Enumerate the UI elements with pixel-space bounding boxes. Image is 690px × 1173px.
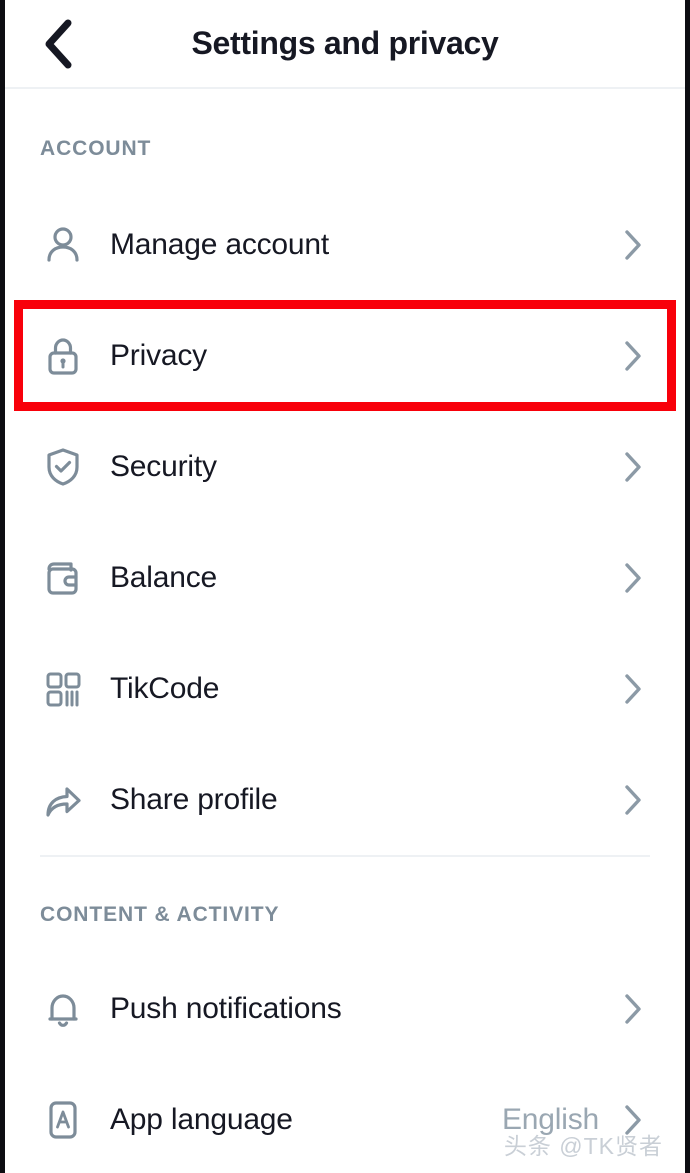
back-button[interactable]: [27, 13, 89, 75]
header-bar: Settings and privacy: [5, 0, 685, 89]
row-privacy[interactable]: Privacy: [5, 300, 685, 411]
row-label: Security: [110, 449, 217, 483]
row-balance[interactable]: Balance: [5, 522, 685, 633]
section-label-account: ACCOUNT: [40, 137, 152, 160]
bell-icon: [40, 986, 86, 1032]
letter-a-icon: [40, 1097, 86, 1143]
person-icon: [40, 222, 86, 268]
row-label: Push notifications: [110, 991, 342, 1025]
row-share-profile[interactable]: Share profile: [5, 744, 685, 855]
section-label-content-activity: CONTENT & ACTIVITY: [40, 903, 280, 926]
wallet-icon: [40, 555, 86, 601]
chevron-right-icon: [619, 229, 647, 260]
settings-and-privacy-screen: Settings and privacy ACCOUNT Manage acco…: [0, 0, 690, 1173]
row-push-notifications[interactable]: Push notifications: [5, 953, 685, 1064]
chevron-right-icon: [619, 451, 647, 482]
section-content-activity: CONTENT & ACTIVITY Push notifications Ap…: [5, 857, 685, 1173]
lock-icon: [40, 333, 86, 379]
row-label: Balance: [110, 560, 218, 594]
chevron-right-icon: [619, 993, 647, 1024]
row-tikcode[interactable]: TikCode: [5, 633, 685, 744]
chevron-left-icon: [41, 18, 75, 70]
section-account: ACCOUNT Manage account Privacy Security …: [5, 89, 685, 855]
chevron-right-icon: [619, 340, 647, 371]
share-arrow-icon: [40, 777, 86, 823]
row-label: Manage account: [110, 227, 330, 261]
shield-check-icon: [40, 444, 86, 490]
watermark: 头条 @TK贤者: [503, 1133, 663, 1159]
row-label: Privacy: [110, 338, 207, 372]
chevron-right-icon: [619, 673, 647, 704]
page-title: Settings and privacy: [191, 25, 499, 61]
row-label: Share profile: [110, 782, 278, 816]
account-row-list: Manage account Privacy Security Balance …: [5, 189, 685, 855]
row-label: App language: [110, 1102, 293, 1136]
chevron-right-icon: [619, 562, 647, 593]
row-manage-account[interactable]: Manage account: [5, 189, 685, 300]
chevron-right-icon: [619, 784, 647, 815]
qr-code-icon: [40, 666, 86, 712]
row-label: TikCode: [110, 671, 220, 705]
row-security[interactable]: Security: [5, 411, 685, 522]
